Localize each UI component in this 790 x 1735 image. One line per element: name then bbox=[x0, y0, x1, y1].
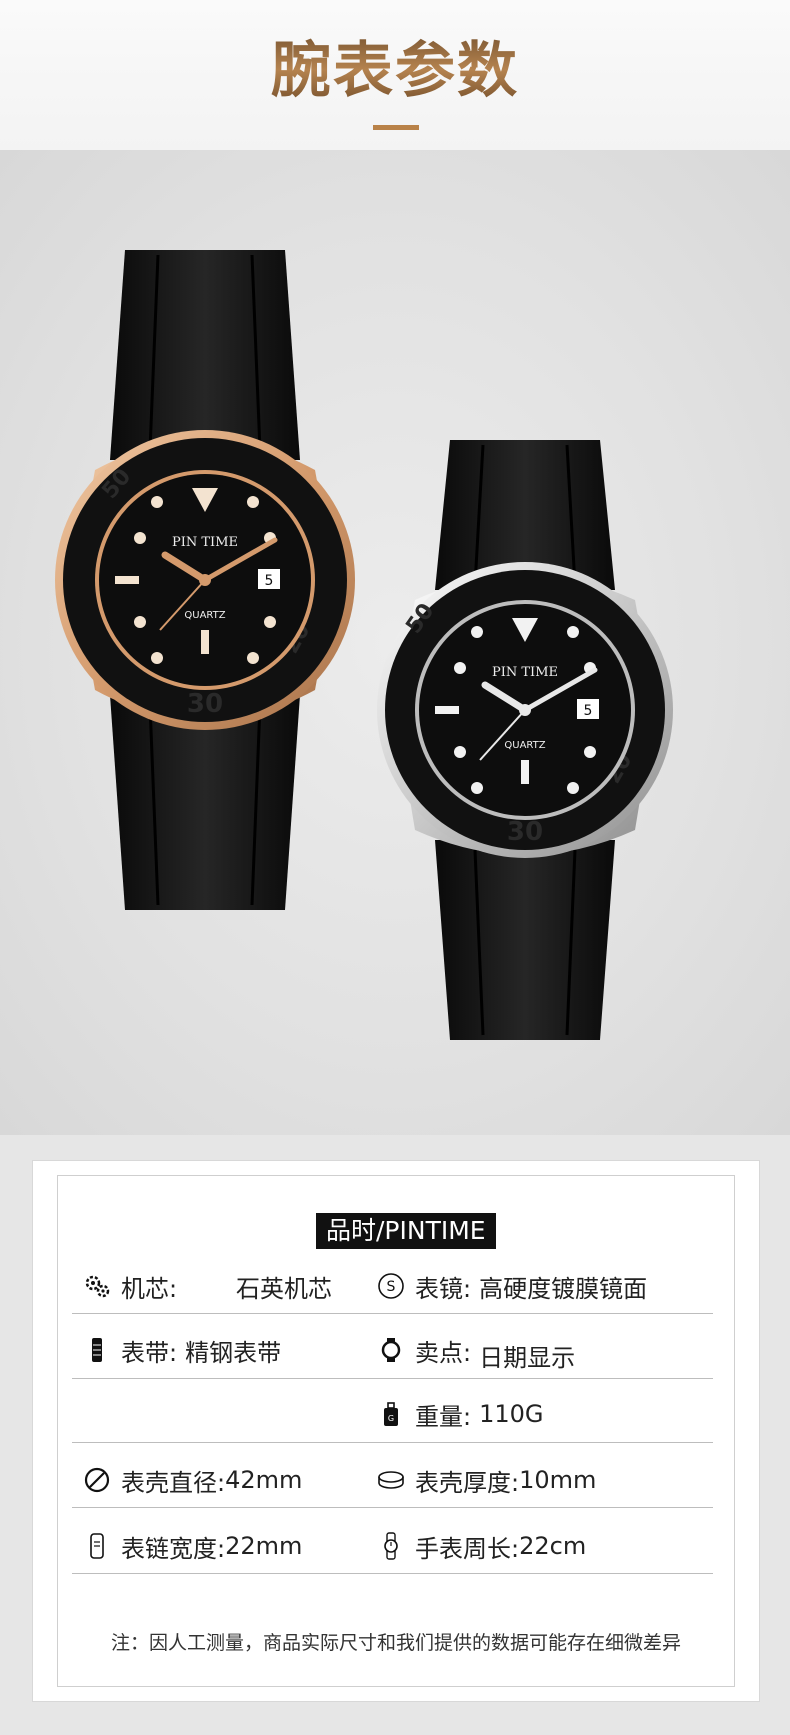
brand-label: 品时/PINTIME bbox=[316, 1213, 496, 1249]
spec-band-width: 表链宽度: 22mm bbox=[82, 1526, 302, 1566]
row-divider bbox=[72, 1313, 713, 1314]
spec-feature: 卖点: 日期显示 bbox=[376, 1330, 576, 1372]
sapphire-icon: S bbox=[376, 1271, 406, 1301]
rose-gold-watch: 30 50 20 PIN TIME QUARTZ 5 bbox=[55, 250, 355, 910]
spec-wrist: 手表周长: 22cm bbox=[376, 1526, 586, 1566]
dial-brand: PIN TIME bbox=[172, 535, 238, 550]
wrist-label: 手表周长: bbox=[415, 1534, 520, 1563]
dial-model: QUARTZ bbox=[504, 740, 545, 751]
measurement-note: 注：因人工测量，商品实际尺寸和我们提供的数据可能存在细微差异 bbox=[110, 1632, 681, 1654]
spec-strap: 表带: 精钢表带 bbox=[82, 1330, 281, 1370]
dial-brand: PIN TIME bbox=[492, 665, 558, 680]
feature-label: 卖点: bbox=[415, 1338, 472, 1367]
row-divider bbox=[72, 1507, 713, 1508]
diameter-label: 表壳直径: bbox=[121, 1468, 226, 1497]
weight-value: 110G bbox=[479, 1400, 544, 1428]
band-width-value: 22mm bbox=[225, 1532, 303, 1560]
strap-icon bbox=[82, 1335, 112, 1365]
thickness-value: 10mm bbox=[519, 1466, 597, 1494]
strap-label: 表带: bbox=[121, 1338, 178, 1367]
weight-label: 重量: bbox=[415, 1402, 472, 1431]
movement-value: 石英机芯 bbox=[236, 1274, 332, 1303]
wrist-value: 22cm bbox=[519, 1532, 587, 1560]
spec-section: 品时/PINTIME 机芯: 石英机芯 S 表镜: 高硬度镀膜镜面 表带: 精钢… bbox=[0, 1135, 790, 1735]
strap-bottom bbox=[435, 840, 615, 1040]
spec-card: 品时/PINTIME 机芯: 石英机芯 S 表镜: 高硬度镀膜镜面 表带: 精钢… bbox=[32, 1160, 760, 1702]
spec-card-inner: 品时/PINTIME 机芯: 石英机芯 S 表镜: 高硬度镀膜镜面 表带: 精钢… bbox=[57, 1175, 735, 1687]
spec-thickness: 表壳厚度: 10mm bbox=[376, 1460, 596, 1500]
spec-mirror: S 表镜: 高硬度镀膜镜面 bbox=[376, 1266, 647, 1306]
product-photo: 30 50 20 PIN TIME QUARTZ 5 bbox=[0, 150, 790, 1135]
gears-icon bbox=[82, 1271, 112, 1301]
silver-watch: 30 50 20 PIN TIME QUARTZ 5 bbox=[377, 440, 673, 1040]
date-value: 5 bbox=[584, 703, 593, 719]
svg-text:S: S bbox=[387, 1279, 396, 1295]
spec-diameter: 表壳直径: 42mm bbox=[82, 1460, 302, 1500]
thickness-label: 表壳厚度: bbox=[415, 1468, 520, 1497]
date-value: 5 bbox=[265, 573, 274, 589]
svg-text:30: 30 bbox=[187, 689, 223, 719]
strap-top bbox=[110, 250, 300, 460]
band-width-icon bbox=[82, 1531, 112, 1561]
mirror-value: 高硬度镀膜镜面 bbox=[479, 1274, 648, 1303]
diameter-value: 42mm bbox=[225, 1466, 303, 1494]
thickness-icon bbox=[376, 1465, 406, 1495]
row-divider bbox=[72, 1378, 713, 1379]
band-width-label: 表链宽度: bbox=[121, 1534, 226, 1563]
svg-text:30: 30 bbox=[507, 817, 543, 847]
page-title: 腕表参数 bbox=[0, 22, 790, 109]
spec-movement: 机芯: bbox=[82, 1266, 177, 1306]
watch-outline-icon bbox=[376, 1335, 406, 1365]
dial-model: QUARTZ bbox=[184, 610, 225, 621]
row-divider bbox=[72, 1573, 713, 1574]
diameter-icon bbox=[82, 1465, 112, 1495]
spec-weight: G 重量: 110G bbox=[376, 1394, 544, 1434]
row-divider bbox=[72, 1442, 713, 1443]
feature-value: 日期显示 bbox=[479, 1343, 576, 1372]
movement-label: 机芯: bbox=[121, 1274, 178, 1303]
wristwatch-icon bbox=[376, 1531, 406, 1561]
title-underline bbox=[373, 125, 419, 130]
strap-value: 精钢表带 bbox=[185, 1338, 282, 1367]
weight-icon: G bbox=[376, 1399, 406, 1429]
svg-text:G: G bbox=[388, 1414, 394, 1423]
mirror-label: 表镜: bbox=[415, 1274, 472, 1303]
